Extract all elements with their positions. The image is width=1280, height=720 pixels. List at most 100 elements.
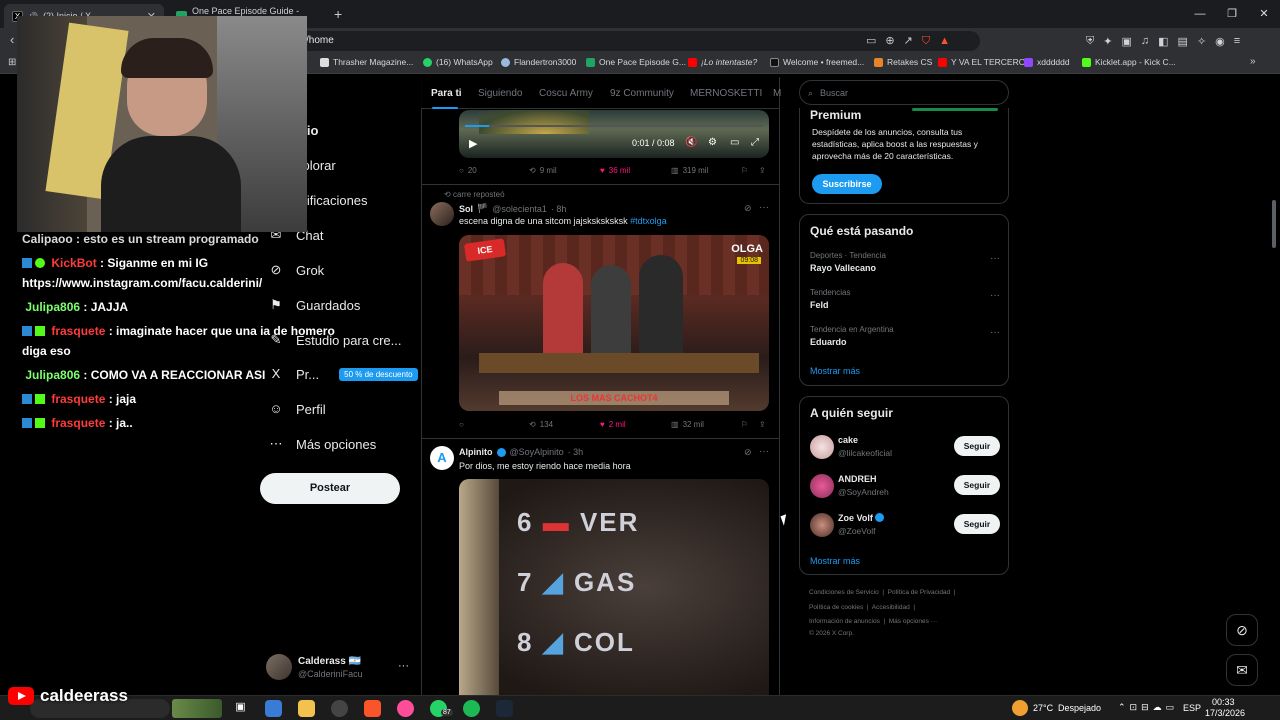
screenshot-icon[interactable]: ▣ [1121, 35, 1131, 48]
more-icon[interactable]: ··· [990, 253, 1000, 264]
more-icon[interactable]: ··· [398, 660, 409, 672]
language[interactable]: ESP [1183, 703, 1201, 713]
mute-icon[interactable]: 🔇 [685, 137, 697, 148]
tweet1-video[interactable]: ▶ 0:01 / 0:08 🔇 ⚙ ▭ ⤢ [459, 110, 769, 158]
system-tray-icons[interactable]: ⌃⊡⊟☁▭ [1118, 702, 1178, 713]
bookmark-icon[interactable]: ⚐ [741, 420, 748, 429]
timestamp[interactable]: · 3h [568, 447, 584, 457]
reply-button[interactable]: ○ [459, 420, 468, 429]
cast-icon[interactable]: ▭ [866, 31, 876, 51]
author-name[interactable]: Alpinito [459, 447, 493, 457]
spotify-icon[interactable] [463, 700, 480, 717]
more-bookmarks-icon[interactable]: » [1250, 56, 1256, 67]
weather-text[interactable]: Despejado [1058, 703, 1101, 713]
footer-link[interactable]: Más opciones ··· [889, 618, 937, 625]
tweet3-image[interactable]: 6 ▬ VER 7 ◢ GAS 8 ◢ COL [459, 479, 769, 695]
maximize-icon[interactable]: ❐ [1216, 0, 1248, 28]
follow-suggestion[interactable]: ANDREH @SoyAndreh Seguir [810, 472, 1000, 502]
apps-grid-icon[interactable]: ⊞ [8, 57, 16, 68]
weather-temp[interactable]: 27°C [1033, 703, 1053, 713]
bookmark-thrasher[interactable]: Thrasher Magazine... [320, 57, 413, 67]
sidebar-icon[interactable]: ◧ [1158, 35, 1168, 48]
bookmark-retakes[interactable]: Retakes CS [874, 57, 932, 67]
messages-fab-icon[interactable]: ✉ [1226, 654, 1258, 686]
trend-item[interactable]: Tendencias Feld ··· [810, 288, 1000, 310]
footer-link[interactable]: Condiciones de Servicio [809, 589, 879, 596]
bookmark-icon[interactable]: ⚐ [741, 166, 748, 175]
brave-shield-icon[interactable]: ⛉ [922, 31, 930, 51]
nav-bookmarks[interactable]: ⚑ Guardados [268, 297, 360, 313]
repost-button[interactable]: ⟲ 134 [529, 420, 553, 429]
nav-more[interactable]: ⋯ Más opciones [268, 436, 377, 452]
puzzle-icon[interactable]: ✦ [1103, 35, 1112, 48]
tab-siguiendo[interactable]: Siguiendo [478, 88, 522, 99]
reply-button[interactable]: ○ 20 [459, 166, 477, 175]
hashtag-link[interactable]: #tdtxolga [630, 216, 667, 226]
follow-show-more[interactable]: Mostrar más [810, 556, 860, 566]
file-explorer-icon[interactable] [298, 700, 315, 717]
app-icon[interactable] [397, 700, 414, 717]
like-button[interactable]: ♥ 2 mil [600, 420, 626, 429]
bookmark-whatsapp[interactable]: (16) WhatsApp [423, 57, 493, 67]
play-icon[interactable]: ▶ [469, 137, 477, 150]
widget-image[interactable] [172, 699, 222, 718]
subscribe-button[interactable]: Suscribirse [812, 174, 882, 194]
bookmark-y-va-el-tercero[interactable]: Y VA EL TERCERO [938, 57, 1025, 67]
bookmark-xdddddd[interactable]: xdddddd [1024, 57, 1070, 67]
avatar[interactable]: A [430, 446, 454, 470]
settings-icon[interactable]: ⚙ [708, 137, 717, 148]
task-view-icon[interactable]: ▣ [232, 700, 249, 717]
footer-link[interactable]: Política de cookies [809, 604, 863, 611]
author-name[interactable]: Sol [459, 204, 473, 214]
nav-profile[interactable]: ☺ Perfil [268, 401, 325, 417]
avatar[interactable] [430, 202, 454, 226]
trends-show-more[interactable]: Mostrar más [810, 366, 860, 376]
share-icon[interactable]: ⇪ [759, 166, 766, 175]
more-icon[interactable]: ··· [990, 290, 1000, 301]
bookmark-one-pace[interactable]: One Pace Episode G... [586, 57, 686, 67]
follow-suggestion[interactable]: cake @lilcakeoficial Seguir [810, 433, 1000, 463]
back-icon[interactable]: ‹ [10, 32, 14, 47]
views-button[interactable]: ▥ 32 mil [671, 420, 704, 429]
account-switcher[interactable]: Calderass 🇦🇷 @CalderiniFacu ··· [266, 654, 416, 682]
tab-coscu-army[interactable]: Coscu Army [539, 88, 593, 99]
bookmark-kicklet[interactable]: Kicklet.app - Kick C... [1082, 57, 1176, 67]
close-window-icon[interactable]: ✕ [1248, 0, 1280, 28]
bookmark-flandertron[interactable]: Flandertron3000 [501, 57, 576, 67]
tab-9z-community[interactable]: 9z Community [610, 88, 674, 99]
brave-rewards-icon[interactable]: ▲ [939, 31, 950, 51]
new-tab-icon[interactable]: + [334, 6, 342, 22]
wallet-icon[interactable]: ▤ [1178, 35, 1188, 48]
more-icon[interactable]: ··· [759, 446, 769, 457]
video-progress-track[interactable] [465, 125, 763, 127]
post-button[interactable]: Postear [260, 473, 400, 504]
grok-fab-icon[interactable]: ⊘ [1226, 614, 1258, 646]
zoom-icon[interactable]: ⊕ [885, 31, 894, 51]
repost-button[interactable]: ⟲ 9 mil [529, 166, 557, 175]
author-handle[interactable]: @solecienta1 [492, 204, 547, 214]
bookmark-freemed[interactable]: Welcome • freemed... [770, 57, 864, 67]
trend-item[interactable]: Tendencia en Argentina Eduardo ··· [810, 325, 1000, 347]
date[interactable]: 17/3/2026 [1205, 708, 1245, 718]
music-icon[interactable]: ♫ [1141, 35, 1149, 47]
nav-premium[interactable]: X Pr... 50 % de descuento [268, 366, 418, 382]
grok-icon[interactable]: ⊘ [744, 447, 752, 458]
obs-icon[interactable] [331, 700, 348, 717]
like-button[interactable]: ♥ 36 mil [600, 166, 630, 175]
pip-icon[interactable]: ▭ [730, 137, 739, 148]
menu-icon[interactable]: ≡ [1234, 35, 1240, 47]
tweet2-image[interactable]: ICE OLGA 09:08 LOS MAS CACHOT4 [459, 235, 769, 411]
author-handle[interactable]: @SoyAlpinito [510, 447, 564, 457]
tab-more[interactable]: M [773, 88, 781, 99]
leo-icon[interactable]: ✧ [1197, 35, 1206, 48]
minimize-icon[interactable]: — [1184, 0, 1216, 28]
footer-link[interactable]: Accesibilidad [872, 604, 910, 611]
timestamp[interactable]: · 8h [551, 204, 567, 214]
vpn-icon[interactable]: ◉ [1215, 35, 1225, 48]
brave-icon[interactable] [364, 700, 381, 717]
tab-para-ti[interactable]: Para ti [431, 88, 462, 99]
clock[interactable]: 00:33 [1212, 697, 1235, 707]
tab-mernosketti[interactable]: MERNOSKETTI [690, 88, 762, 99]
more-icon[interactable]: ··· [759, 202, 769, 213]
fullscreen-icon[interactable]: ⤢ [751, 137, 759, 148]
